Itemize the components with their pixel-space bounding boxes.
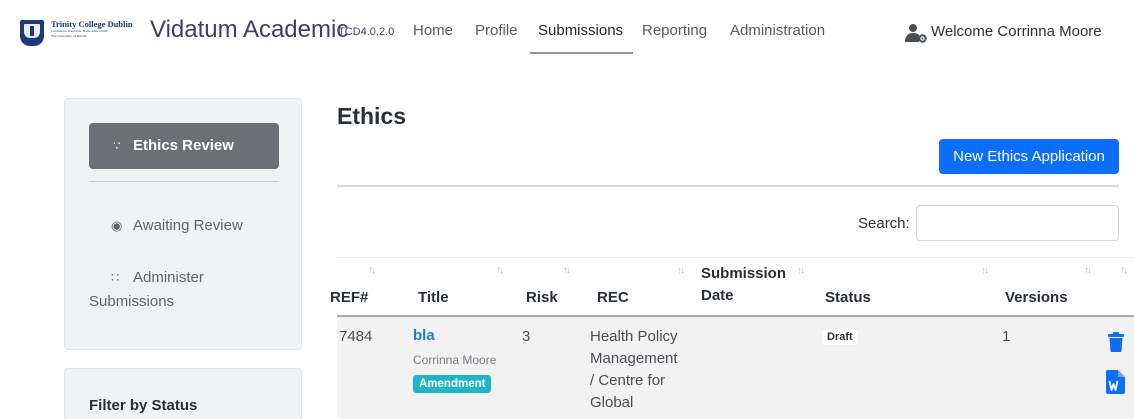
new-ethics-application-button[interactable]: New Ethics Application	[939, 139, 1119, 174]
sort-risk-icon[interactable]: ↑↓	[563, 265, 571, 276]
sidebar-item-label: Administer	[133, 269, 204, 286]
nav-submissions[interactable]: Submissions	[538, 22, 623, 39]
nav-administration[interactable]: Administration	[730, 22, 825, 39]
title-divider	[337, 185, 1119, 187]
sort-submission-date-icon[interactable]: ↑↓	[797, 265, 805, 276]
filter-title: Filter by Status	[89, 397, 198, 414]
cell-ref: 7484	[339, 328, 373, 345]
table-row[interactable]	[337, 317, 1134, 419]
welcome-user[interactable]: Welcome Corrinna Moore	[931, 23, 1102, 40]
sidebar-item-administer-submissions[interactable]: ∷ Administer Submissions	[89, 267, 204, 313]
cell-versions: 1	[1002, 328, 1011, 345]
user-gear-icon[interactable]	[905, 23, 927, 43]
cell-rec: Health Policy Management / Centre for Gl…	[590, 326, 678, 414]
table-top-border	[337, 257, 1134, 258]
submission-title-link[interactable]: bla	[413, 327, 435, 344]
rec-line: Management	[590, 350, 678, 367]
status-badge: Draft	[822, 329, 858, 345]
search-label: Search:	[858, 215, 910, 232]
column-header-rec[interactable]: REC	[597, 289, 629, 306]
nav-reporting[interactable]: Reporting	[642, 22, 707, 39]
nav-active-indicator	[530, 52, 633, 54]
sort-ref-icon[interactable]: ↑↓	[368, 265, 376, 276]
sort-actions-icon[interactable]: ↑↓	[1120, 265, 1128, 276]
column-header-submission-date[interactable]: Submission Date	[701, 265, 786, 304]
submission-author: Corrinna Moore	[413, 353, 497, 367]
tree-icon: ∵	[113, 139, 121, 153]
column-header-submission-line1: Submission	[701, 265, 787, 282]
app-version: TCD4.0.2.0	[338, 26, 395, 38]
institution-name: Trinity College Dublin	[51, 19, 133, 29]
sidebar-divider	[89, 181, 279, 182]
trash-icon[interactable]	[1107, 332, 1125, 352]
column-header-versions[interactable]: Versions	[1005, 289, 1068, 306]
sidebar: ∵ Ethics Review ◉ Awaiting Review ∷ Adminis…	[64, 98, 302, 350]
app-brand[interactable]: Vidatum Academic	[150, 16, 348, 44]
sidebar-item-ethics-review[interactable]: ∵ Ethics Review	[89, 123, 279, 169]
sort-rec-icon[interactable]: ↑↓	[677, 265, 685, 276]
cell-risk: 3	[522, 328, 531, 345]
filter-panel: Filter by Status	[64, 368, 302, 419]
rec-line: / Centre for	[590, 372, 666, 389]
institution-logo: Trinity College Dublin Coláiste na Tríon…	[51, 19, 143, 39]
top-navbar: Trinity College Dublin Coláiste na Tríon…	[0, 0, 1134, 68]
column-header-status[interactable]: Status	[825, 289, 871, 306]
rec-line: Global	[590, 394, 634, 411]
nav-profile[interactable]: Profile	[475, 22, 518, 39]
sort-status-icon[interactable]: ↑↓	[981, 265, 989, 276]
sort-versions-icon[interactable]: ↑↓	[1084, 265, 1092, 276]
sidebar-item-label: Submissions	[89, 293, 175, 310]
sidebar-item-label: Awaiting Review	[133, 217, 243, 234]
sidebar-item-label: Ethics Review	[133, 137, 234, 154]
amendment-badge: Amendment	[413, 375, 492, 393]
nav-home[interactable]: Home	[413, 22, 453, 39]
institution-subtitle: The University of Dublin	[51, 34, 87, 38]
word-document-icon[interactable]	[1106, 370, 1125, 394]
column-header-submission-line2: Date	[701, 287, 734, 304]
sort-title-icon[interactable]: ↑↓	[496, 265, 504, 276]
column-header-ref[interactable]: REF#	[330, 289, 368, 306]
search-input[interactable]	[916, 205, 1119, 241]
tcd-crest-logo	[20, 20, 44, 46]
column-header-risk[interactable]: Risk	[526, 289, 558, 306]
users-icon: ∷	[111, 270, 120, 285]
rec-line: Health Policy	[590, 328, 678, 345]
cube-icon: ◉	[111, 218, 123, 233]
page-title: Ethics	[337, 103, 407, 129]
sidebar-item-awaiting-review[interactable]: ◉ Awaiting Review	[111, 215, 243, 237]
column-header-title[interactable]: Title	[418, 289, 449, 306]
